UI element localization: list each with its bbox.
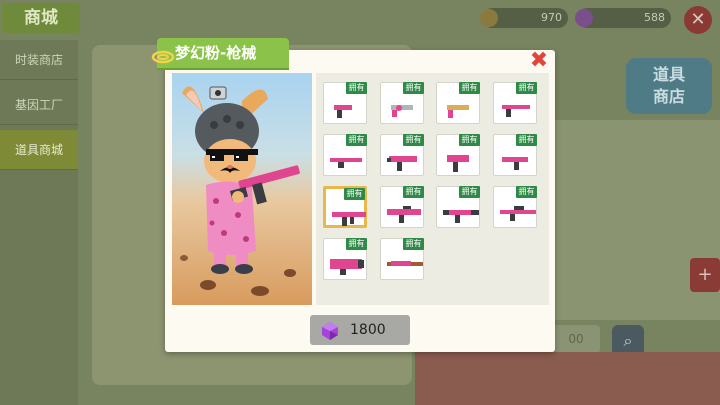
- weapon-slot-pink-shotgun[interactable]: 拥有: [323, 134, 367, 176]
- owned-badge: 拥有: [403, 238, 424, 250]
- weapon-slot-pink-assault-rifle[interactable]: 拥有: [323, 186, 367, 228]
- price-value: 1800: [350, 322, 386, 338]
- owned-badge: 拥有: [346, 238, 367, 250]
- close-x-icon[interactable]: ✖: [528, 50, 550, 72]
- owned-badge: 拥有: [459, 134, 480, 146]
- dialog-title: 梦幻粉-枪械: [157, 38, 289, 68]
- item-shop-sign-label: 道具 商店: [652, 65, 685, 106]
- paw-coin-icon: [480, 9, 498, 27]
- sidebar-item-fashion[interactable]: 时装商店: [0, 40, 78, 80]
- purple-gem-icon: [322, 322, 338, 340]
- weapon-slot-pink-revolver[interactable]: 拥有: [380, 82, 424, 124]
- paw-coin-value: 970: [541, 11, 562, 24]
- weapon-slot-pink-uzi[interactable]: 拥有: [493, 134, 537, 176]
- shop-close-icon[interactable]: ✕: [684, 6, 712, 34]
- pink-long-pistol-icon: [502, 105, 530, 117]
- shop-sidebar: 时装商店 基因工厂 道具商城: [0, 40, 78, 405]
- purple-gem-icon: [575, 9, 593, 27]
- weapon-slot-pink-smg[interactable]: 拥有: [380, 134, 424, 176]
- buy-price-button[interactable]: 1800: [310, 315, 410, 345]
- character-illustration: [180, 86, 300, 296]
- weapon-slot-pink-sniper[interactable]: 拥有: [493, 186, 537, 228]
- pink-machine-pistol-icon: [447, 155, 469, 172]
- gem-value: 588: [644, 11, 665, 24]
- pink-heavy-rifle-icon: [443, 210, 479, 223]
- weapon-slot-pink-heavy-rifle[interactable]: 拥有: [436, 186, 480, 228]
- owned-badge: 拥有: [516, 186, 537, 198]
- character-preview: [172, 73, 312, 305]
- weapon-slot-pink-gold-pistol[interactable]: 拥有: [436, 82, 480, 124]
- owned-badge: 拥有: [459, 186, 480, 198]
- weapon-slot-pink-hunting-rifle[interactable]: 拥有: [380, 238, 424, 280]
- paw-coin-counter: 970: [480, 8, 568, 28]
- pink-revolver-icon: [391, 105, 413, 117]
- pink-uzi-icon: [502, 157, 528, 170]
- sidebar-item-gene[interactable]: 基因工厂: [0, 85, 78, 125]
- owned-badge: 拥有: [459, 82, 480, 94]
- owned-badge: 拥有: [516, 134, 537, 146]
- pink-sniper-icon: [500, 206, 536, 221]
- bg-price-field: 00: [552, 325, 600, 353]
- shop-title: 商城: [2, 3, 80, 33]
- pink-hunting-rifle-icon: [387, 261, 423, 266]
- weapon-slot-pink-pistol[interactable]: 拥有: [323, 82, 367, 124]
- weapon-slot-pink-carbine[interactable]: 拥有: [380, 186, 424, 228]
- owned-badge: 拥有: [344, 188, 365, 200]
- owned-badge: 拥有: [346, 134, 367, 146]
- sidebar-item-items[interactable]: 道具商城: [0, 130, 78, 170]
- bg-counter-awning: [415, 352, 720, 405]
- pink-carbine-icon: [387, 206, 421, 223]
- gem-counter: 588: [575, 8, 671, 28]
- pink-pistol-icon: [334, 105, 352, 118]
- owned-badge: 拥有: [403, 186, 424, 198]
- pink-smg-icon: [387, 156, 417, 171]
- pink-shotgun-icon: [330, 158, 362, 168]
- weapon-slot-pink-machine-pistol[interactable]: 拥有: [436, 134, 480, 176]
- weapon-slot-pink-minigun[interactable]: 拥有: [323, 238, 367, 280]
- add-icon[interactable]: +: [690, 258, 720, 292]
- item-shop-sign: 道具 商店: [626, 58, 712, 114]
- owned-badge: 拥有: [346, 82, 367, 94]
- pink-assault-rifle-icon: [332, 212, 366, 226]
- owned-badge: 拥有: [516, 82, 537, 94]
- paperclip-icon: [151, 50, 175, 64]
- owned-badge: 拥有: [403, 82, 424, 94]
- weapon-slot-pink-long-pistol[interactable]: 拥有: [493, 82, 537, 124]
- owned-badge: 拥有: [403, 134, 424, 146]
- pink-minigun-icon: [330, 259, 364, 275]
- pink-gold-pistol-icon: [447, 105, 469, 118]
